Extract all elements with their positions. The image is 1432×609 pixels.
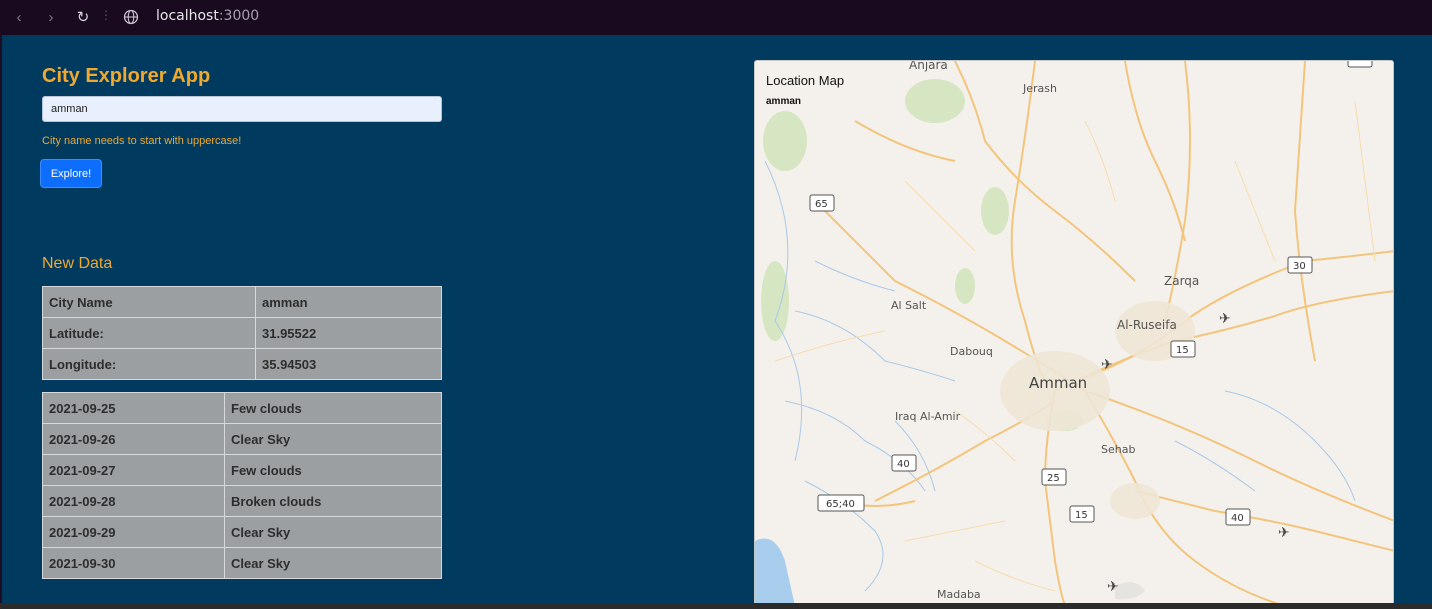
table-row: Longitude: 35.94503 [42,348,442,380]
map-label-madaba: Madaba [937,588,981,601]
forecast-date: 2021-09-30 [42,547,225,579]
city-name-value: amman [255,286,442,318]
map-subtitle: amman [766,96,802,107]
map-label-jerash: Jerash [1022,82,1057,95]
svg-text:30: 30 [1293,261,1306,272]
map-label-amman: Amman [1029,374,1087,392]
forecast-description: Few clouds [224,392,442,424]
map-title: Location Map [766,73,845,88]
globe-icon [123,9,139,25]
forecast-date: 2021-09-27 [42,454,225,486]
weather-forecast-table: 2021-09-25 Few clouds 2021-09-26 Clear S… [42,392,442,579]
svg-text:✈: ✈ [1107,578,1119,594]
browser-toolbar: ‹ › ↻ ⋮ localhost:3000 [0,0,1432,35]
svg-text:15: 15 [1075,510,1088,521]
table-row: 2021-09-27 Few clouds [42,454,442,486]
svg-text:✈: ✈ [1101,356,1113,372]
forecast-date: 2021-09-25 [42,392,225,424]
svg-text:65: 65 [815,199,828,210]
table-row: 2021-09-26 Clear Sky [42,423,442,455]
map-label-dabouq: Dabouq [950,345,993,358]
table-row: 2021-09-28 Broken clouds [42,485,442,517]
validation-message: City name needs to start with uppercase! [42,135,242,147]
map-label-zarqa: Zarqa [1164,274,1199,288]
city-info-table: City Name amman Latitude: 31.95522 Longi… [42,286,442,380]
table-row: Latitude: 31.95522 [42,317,442,349]
svg-text:15: 15 [1176,345,1189,356]
new-data-heading: New Data [42,255,113,272]
url-port: :3000 [218,8,260,24]
separator-icon: ⋮ [100,8,112,22]
svg-text:✈: ✈ [1219,310,1231,326]
longitude-label: Longitude: [42,348,256,380]
back-arrow-icon[interactable]: ‹ [8,6,30,28]
map-label-al-salt: Al Salt [891,299,927,312]
table-row: 2021-09-29 Clear Sky [42,516,442,548]
app-page: City Explorer App City name needs to sta… [2,35,1432,605]
map-label-sehab: Sehab [1101,443,1135,456]
table-row: 2021-09-25 Few clouds [42,392,442,424]
svg-text:25: 25 [1047,473,1060,484]
forecast-date: 2021-09-29 [42,516,225,548]
forecast-date: 2021-09-28 [42,485,225,517]
url-host: localhost [156,8,219,24]
longitude-value: 35.94503 [255,348,442,380]
svg-text:40: 40 [1231,513,1244,524]
table-row: 2021-09-30 Clear Sky [42,547,442,579]
forecast-date: 2021-09-26 [42,423,225,455]
address-bar[interactable]: localhost:3000 [156,8,259,24]
svg-text:✈: ✈ [1278,524,1290,540]
app-title: City Explorer App [42,65,211,87]
location-map-card: Anjara Jerash Al Salt Zarqa Al-Ruseifa D… [754,60,1394,605]
forecast-description: Clear Sky [224,423,442,455]
map-label-iraq-al-amir: Iraq Al-Amir [895,410,961,423]
latitude-label: Latitude: [42,317,256,349]
city-search-input[interactable] [42,96,442,122]
map-image[interactable]: Anjara Jerash Al Salt Zarqa Al-Ruseifa D… [755,61,1394,605]
explore-button[interactable]: Explore! [40,159,102,188]
svg-text:40: 40 [897,459,910,470]
forecast-description: Broken clouds [224,485,442,517]
forward-arrow-icon[interactable]: › [40,6,62,28]
map-label-anjara: Anjara [909,61,948,72]
svg-text:65;40: 65;40 [826,499,855,510]
map-label-al-ruseifa: Al-Ruseifa [1117,318,1177,332]
city-name-label: City Name [42,286,256,318]
reload-icon[interactable]: ↻ [72,6,94,28]
latitude-value: 31.95522 [255,317,442,349]
forecast-description: Few clouds [224,454,442,486]
table-row: City Name amman [42,286,442,318]
forecast-description: Clear Sky [224,547,442,579]
forecast-description: Clear Sky [224,516,442,548]
window-bottom-edge [0,603,1432,609]
